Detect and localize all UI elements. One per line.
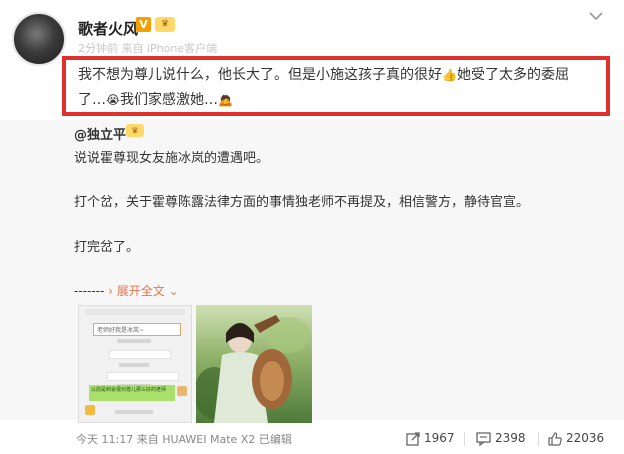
comment-button[interactable]: 2398 xyxy=(476,429,526,447)
thumbs-up-icon xyxy=(548,431,562,446)
comment-count: 2398 xyxy=(495,431,526,445)
repost-author[interactable]: @独立平 xyxy=(74,124,126,143)
post-line-2: 了…😭我们家感激她…🙇 xyxy=(78,89,233,109)
crying-emoji-icon: 😭 xyxy=(106,93,121,107)
author-avatar[interactable] xyxy=(12,12,66,66)
post-text-part: 她受了太多的委屈 xyxy=(456,67,569,83)
post-text-part: 了… xyxy=(78,92,106,108)
post-meta: 2分钟前 来自 iPhone客户端 xyxy=(78,42,218,55)
like-count: 22036 xyxy=(566,431,605,445)
like-button[interactable]: 22036 xyxy=(548,429,604,447)
chevron-down-icon[interactable]: ⌄ xyxy=(169,284,179,298)
thumb-emoji-icon: 👍 xyxy=(442,68,457,82)
dash-separator: ------- xyxy=(74,284,105,298)
chevron-down-icon[interactable] xyxy=(586,8,606,24)
comment-icon xyxy=(476,431,491,446)
expand-arrow-icon: › xyxy=(108,284,113,298)
repost-text-line: 打完岔了。 xyxy=(74,240,140,255)
expand-full-text-link[interactable]: 展开全文 xyxy=(117,284,165,298)
post-text-part: 我不想为尊儿说什么，他长大了。但是小施这孩子真的很好 xyxy=(78,67,442,83)
repost-icon xyxy=(406,431,420,446)
author-name[interactable]: 歌者火风 xyxy=(78,18,138,39)
action-divider xyxy=(464,432,465,446)
chat-bubble: 以前是到会很对尊儿那么好的老师 xyxy=(91,387,167,393)
bow-emoji-icon: 🙇 xyxy=(218,93,233,107)
repost-text-line: 打个岔，关于霍尊陈露法律方面的事情独老师不再提及，相信警方，静待官宣。 xyxy=(74,195,530,210)
repost-button[interactable]: 1967 xyxy=(406,429,455,447)
repost-count: 1967 xyxy=(424,431,455,445)
post-text-part: 我们家感激她… xyxy=(120,92,219,108)
chat-screenshot-image[interactable]: 老师好我是冰岚~ 以前是到会很对尊儿那么好的老师 xyxy=(78,305,192,423)
woman-with-pipa-photo[interactable] xyxy=(196,305,312,423)
verified-badge: V xyxy=(136,17,151,32)
action-divider xyxy=(538,432,539,446)
chat-bubble: 老师好我是冰岚~ xyxy=(97,327,145,334)
expand-row: ------- › 展开全文 ⌄ xyxy=(74,282,179,299)
timestamp-source: 今天 11:17 来自 HUAWEI Mate X2 已编辑 xyxy=(76,433,292,446)
repost-text-line: 说说霍尊现女友施冰岚的遭遇吧。 xyxy=(74,151,270,166)
repost-level-badge-icon: ♛ xyxy=(126,124,144,137)
level-badge-icon: ♛ xyxy=(155,17,175,32)
post-line-1: 我不想为尊儿说什么，他长大了。但是小施这孩子真的很好👍她受了太多的委屈 xyxy=(78,64,569,84)
